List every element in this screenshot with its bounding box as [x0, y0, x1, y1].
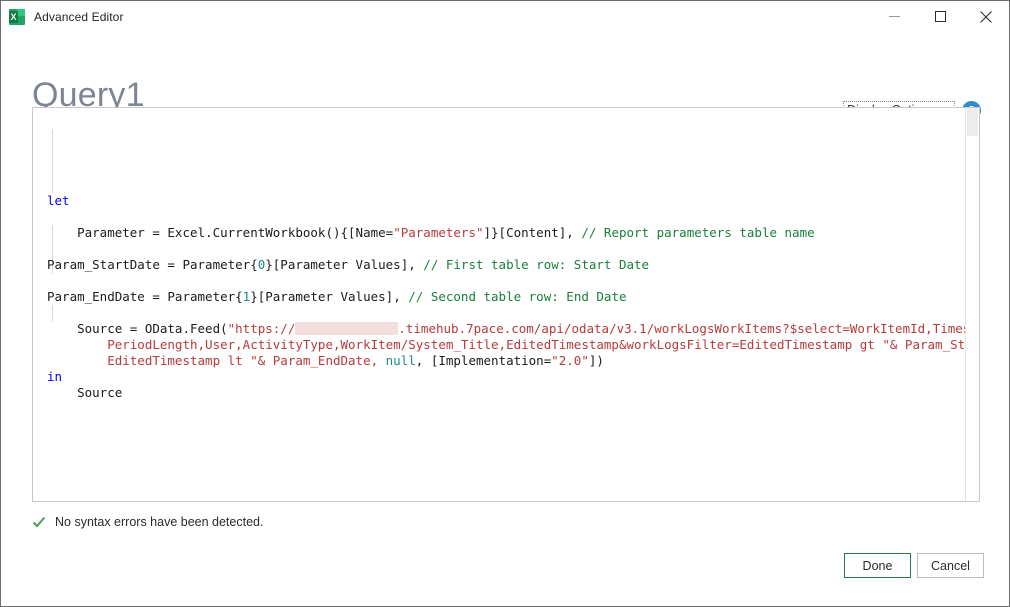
code-line: Parameter = Excel.CurrentWorkbook(){[Nam… — [47, 225, 966, 241]
window-title: Advanced Editor — [34, 9, 124, 24]
code-token: null — [385, 353, 416, 368]
code-token: , [Implementation= — [415, 353, 552, 368]
code-token: PeriodLength,User,ActivityType,WorkItem/… — [107, 337, 966, 352]
cancel-button[interactable]: Cancel — [917, 553, 984, 578]
code-token: // First table row: Start Date — [423, 257, 650, 272]
code-line: PeriodLength,User,ActivityType,WorkItem/… — [47, 337, 966, 353]
code-token: .timehub.7pace.com/api/odata/v3.1/workLo… — [398, 321, 966, 336]
code-token: "https:// — [227, 321, 296, 336]
code-token: "2.0" — [551, 353, 589, 368]
code-token: Source = OData.Feed( — [47, 321, 228, 336]
code-token: Source — [47, 385, 123, 400]
code-token: Parameter = Excel.CurrentWorkbook(){[Nam… — [47, 225, 394, 240]
code-line: Source — [47, 385, 966, 401]
status-bar: No syntax errors have been detected. — [32, 515, 263, 529]
minimize-button[interactable] — [871, 1, 917, 32]
excel-icon: X — [9, 8, 25, 25]
editor-header: Query1 Display Options ? — [1, 32, 1009, 120]
code-token: let — [47, 193, 70, 208]
advanced-editor-window: X Advanced Editor Query1 Display Options… — [0, 0, 1010, 607]
maximize-button[interactable] — [917, 1, 963, 32]
code-line: Param_EndDate = Parameter{1}[Parameter V… — [47, 289, 966, 305]
title-bar: X Advanced Editor — [1, 1, 1009, 32]
code-token: }[Parameter Values], — [265, 257, 424, 272]
code-editor-viewport[interactable]: let Parameter = Excel.CurrentWorkbook(){… — [33, 108, 966, 501]
code-line: in — [47, 369, 966, 385]
code-editor[interactable]: let Parameter = Excel.CurrentWorkbook(){… — [32, 107, 980, 502]
redacted-text — [295, 322, 399, 335]
editor-scrollbar[interactable] — [965, 108, 979, 501]
done-button[interactable]: Done — [844, 553, 911, 578]
check-icon — [32, 516, 46, 528]
code-token: // Second table row: End Date — [408, 289, 627, 304]
close-button[interactable] — [963, 1, 1009, 32]
code-token: Param_StartDate = Parameter{ — [47, 257, 258, 272]
code-line: EditedTimestamp lt "& Param_EndDate, nul… — [47, 353, 966, 369]
code-token: }[Parameter Values], — [250, 289, 409, 304]
code-line: Source = OData.Feed("https:// .timehub.7p… — [47, 321, 966, 337]
code-token: "Parameters" — [393, 225, 484, 240]
editor-scrollbar-thumb[interactable] — [967, 108, 978, 136]
code-token: ]) — [588, 353, 604, 368]
code-content[interactable]: let Parameter = Excel.CurrentWorkbook(){… — [33, 113, 966, 401]
indent-guide — [52, 129, 53, 193]
code-token: in — [47, 369, 63, 384]
code-line: Param_StartDate = Parameter{0}[Parameter… — [47, 257, 966, 273]
code-token: // Report parameters table name — [581, 225, 815, 240]
window-controls — [871, 1, 1009, 32]
status-message: No syntax errors have been detected. — [55, 515, 264, 529]
code-token: EditedTimestamp lt "& Param_EndDate, — [47, 353, 386, 368]
code-token: Param_EndDate = Parameter{ — [47, 289, 243, 304]
code-line: let — [47, 193, 966, 209]
dialog-footer: Done Cancel — [1, 553, 1009, 583]
code-token: ]}[Content], — [483, 225, 582, 240]
